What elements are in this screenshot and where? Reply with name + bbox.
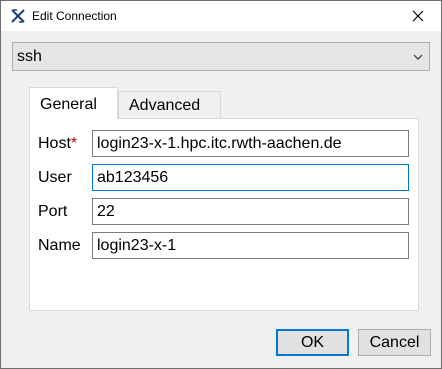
title-bar[interactable]: Edit Connection (1, 1, 441, 31)
name-label: Name (38, 237, 81, 254)
tab-general[interactable]: General (29, 87, 118, 119)
required-marker: * (70, 135, 78, 152)
edit-connection-dialog: Edit Connection ssh General Advanced Hos… (0, 0, 442, 369)
window-title: Edit Connection (32, 9, 117, 23)
close-icon (412, 10, 424, 22)
tab-general-label: General (40, 96, 97, 113)
port-label: Port (38, 203, 68, 220)
user-input[interactable] (92, 164, 409, 191)
app-x-icon (11, 9, 25, 23)
user-label: User (38, 169, 72, 186)
close-button[interactable] (395, 1, 441, 31)
protocol-select-value: ssh (17, 48, 42, 65)
host-label: Host* (38, 135, 77, 153)
ok-button[interactable]: OK (276, 329, 349, 356)
protocol-select[interactable]: ssh (12, 42, 430, 71)
host-label-text: Host (38, 135, 71, 152)
tab-advanced-label: Advanced (129, 97, 201, 114)
name-input[interactable] (92, 232, 409, 259)
tab-advanced[interactable]: Advanced (118, 91, 221, 118)
chevron-down-icon (413, 54, 423, 60)
port-input[interactable] (92, 198, 409, 225)
host-input[interactable] (92, 130, 409, 157)
cancel-button[interactable]: Cancel (358, 329, 431, 356)
